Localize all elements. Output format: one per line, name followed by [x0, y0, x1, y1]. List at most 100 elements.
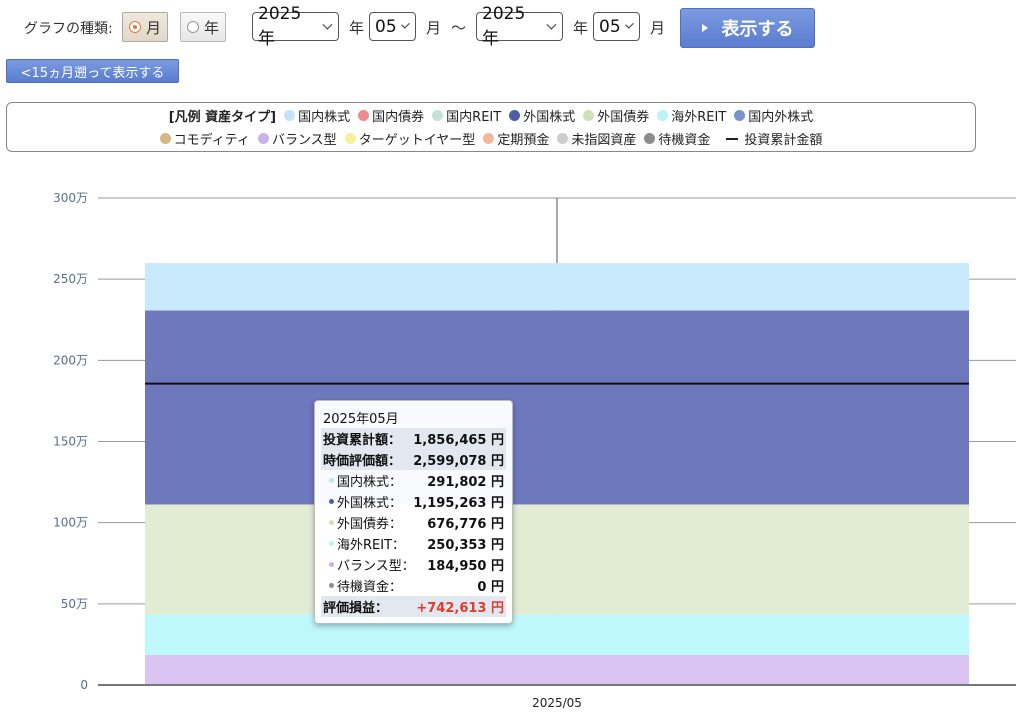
legend-label: 外国債券	[597, 110, 650, 125]
tooltip-item-value: 1,195,263 円	[413, 496, 504, 511]
tooltip-item-value: 0 円	[477, 580, 504, 595]
radio-year-label: 年	[204, 18, 220, 37]
x-tick-label: 2025/05	[532, 696, 582, 710]
legend-line-swatch	[726, 137, 739, 140]
tooltip-item-label: 国内株式：	[337, 475, 403, 490]
tooltip-item-row: 国内株式： 291,802 円	[321, 470, 506, 491]
legend-item: 国内外株式	[734, 106, 813, 125]
legend-row: [凡例 資産タイプ] 国内株式 国内債券 国内REIT 外国株式 外国債券 海外REIT 国…	[168, 106, 813, 125]
tooltip-item-row: 外国株式： 1,195,263 円	[321, 491, 506, 512]
legend-item: コモディティ	[159, 129, 250, 148]
legend-label: 未指図資産	[571, 133, 637, 148]
legend-swatch	[644, 133, 656, 144]
radio-month[interactable]: 月	[122, 12, 169, 42]
radio-year[interactable]: 年	[180, 12, 227, 42]
legend-item: 国内債券	[358, 106, 424, 125]
tooltip-item-swatch	[329, 520, 334, 525]
tooltip-item-swatch	[329, 478, 334, 483]
to-year-select[interactable]: 2025 年	[476, 4, 563, 49]
tooltip-item-row: 海外REIT： 250,353 円	[321, 533, 506, 554]
tooltip-pl-row: 評価損益： +742,613 円	[321, 596, 506, 617]
graph-type-label: グラフの種類:	[24, 21, 113, 37]
tooltip-items: 国内株式： 291,802 円外国株式： 1,195,263 円外国債券： 676,7…	[321, 470, 506, 596]
chevron-down-icon	[624, 20, 634, 29]
legend-row: コモディティ バランス型 ターゲットイヤー型 定期預金 未指図資産 待機資金 投資累計金額	[159, 129, 823, 148]
tooltip-item-key: 外国株式：	[323, 492, 402, 511]
legend-swatch	[358, 110, 370, 121]
radio-month-label: 月	[146, 18, 162, 37]
legend-label: 待機資金	[658, 133, 711, 148]
legend-item: 定期預金	[483, 129, 549, 148]
back-15-months-button[interactable]: <15ヵ月遡って表示する	[6, 59, 179, 83]
chart-legend: [凡例 資産タイプ] 国内株式 国内債券 国内REIT 外国株式 外国債券 海外REIT 国…	[6, 102, 976, 152]
range-separator: 〜	[451, 19, 467, 37]
legend-item: 外国債券	[583, 106, 649, 125]
from-month-select[interactable]: 05	[369, 12, 416, 41]
tooltip-item-label: バランス型：	[337, 559, 415, 574]
y-tick-label: 50万	[61, 597, 88, 611]
filter-toolbar: グラフの種類: 月 年 2025 年 年 05 月 〜 2025 年 年 05 …	[0, 0, 1024, 56]
legend-swatch	[583, 110, 595, 121]
tooltip-item-row: 外国債券： 676,776 円	[321, 512, 506, 533]
y-tick-label: 300万	[53, 191, 88, 205]
legend-label: コモディティ	[173, 133, 250, 148]
to-month-value: 05	[599, 16, 621, 37]
tooltip-item-value: 250,353 円	[427, 538, 504, 553]
bar-segment	[145, 310, 969, 505]
tooltip-item-value: 291,802 円	[427, 475, 504, 490]
to-year-value: 2025 年	[482, 4, 526, 49]
chevron-down-icon	[400, 20, 410, 29]
show-button-label: 表示する	[721, 19, 794, 40]
legend-swatch	[734, 110, 746, 121]
bar-segment	[145, 263, 969, 311]
tooltip-item-label: 外国債券：	[337, 517, 403, 532]
legend-label: 国内株式	[298, 110, 351, 125]
tooltip-item-key: 待機資金：	[323, 576, 402, 595]
legend-swatch	[344, 133, 356, 144]
legend-swatch	[657, 110, 669, 121]
tooltip-item-label: 外国株式：	[337, 496, 403, 511]
tooltip-item-swatch	[329, 583, 334, 588]
legend-swatch	[432, 110, 444, 121]
bar-segment	[145, 654, 969, 685]
legend-label: 国内REIT	[446, 110, 502, 125]
tooltip-item-swatch	[329, 499, 334, 504]
legend-swatch	[284, 110, 296, 121]
tooltip-item-value: 184,950 円	[427, 559, 504, 574]
legend-title: [凡例 資産タイプ]	[168, 110, 277, 125]
tooltip-item-key: 外国債券：	[323, 513, 402, 532]
show-button[interactable]: 表示する	[680, 8, 815, 48]
tooltip-invest-value: 1,856,465 円	[413, 433, 504, 448]
legend-label: 国内債券	[372, 110, 425, 125]
y-tick-label: 250万	[53, 272, 88, 286]
tooltip-item-swatch	[329, 541, 334, 546]
tooltip-item-key: バランス型：	[323, 555, 415, 574]
radio-month-indicator	[129, 21, 141, 33]
y-tick-label: 150万	[53, 435, 88, 449]
tooltip-invest-label: 投資累計額：	[323, 433, 402, 448]
tooltip-item-label: 待機資金：	[337, 580, 403, 595]
tooltip-invest-row: 投資累計額： 1,856,465 円	[321, 428, 506, 449]
y-tick-label: 0	[80, 678, 88, 692]
to-month-select[interactable]: 05	[593, 12, 640, 41]
tooltip-item-label: 海外REIT：	[337, 538, 406, 553]
y-tick-label: 200万	[53, 353, 88, 367]
tooltip-item-key: 国内株式：	[323, 471, 402, 490]
from-month-value: 05	[375, 16, 397, 37]
tooltip-market-row: 時価評価額： 2,599,078 円	[321, 449, 506, 470]
legend-item: 国内株式	[284, 106, 350, 125]
chart-tooltip: 2025年05月 投資累計額： 1,856,465 円 時価評価額： 2,599…	[314, 400, 513, 624]
legend-label: 投資累計金額	[744, 133, 823, 148]
chevron-down-icon	[546, 19, 557, 30]
legend-swatch	[557, 133, 569, 144]
legend-label: 海外REIT	[671, 110, 727, 125]
from-year-select[interactable]: 2025 年	[252, 4, 339, 49]
bar-segment	[145, 504, 969, 615]
legend-item: 国内REIT	[432, 106, 501, 125]
tooltip-pl-value: +742,613 円	[416, 601, 504, 616]
y-tick-label: 100万	[53, 516, 88, 530]
legend-label: 定期預金	[497, 133, 550, 148]
tooltip-item-swatch	[329, 562, 334, 567]
legend-item: 外国株式	[509, 106, 575, 125]
legend-swatch	[159, 133, 171, 144]
